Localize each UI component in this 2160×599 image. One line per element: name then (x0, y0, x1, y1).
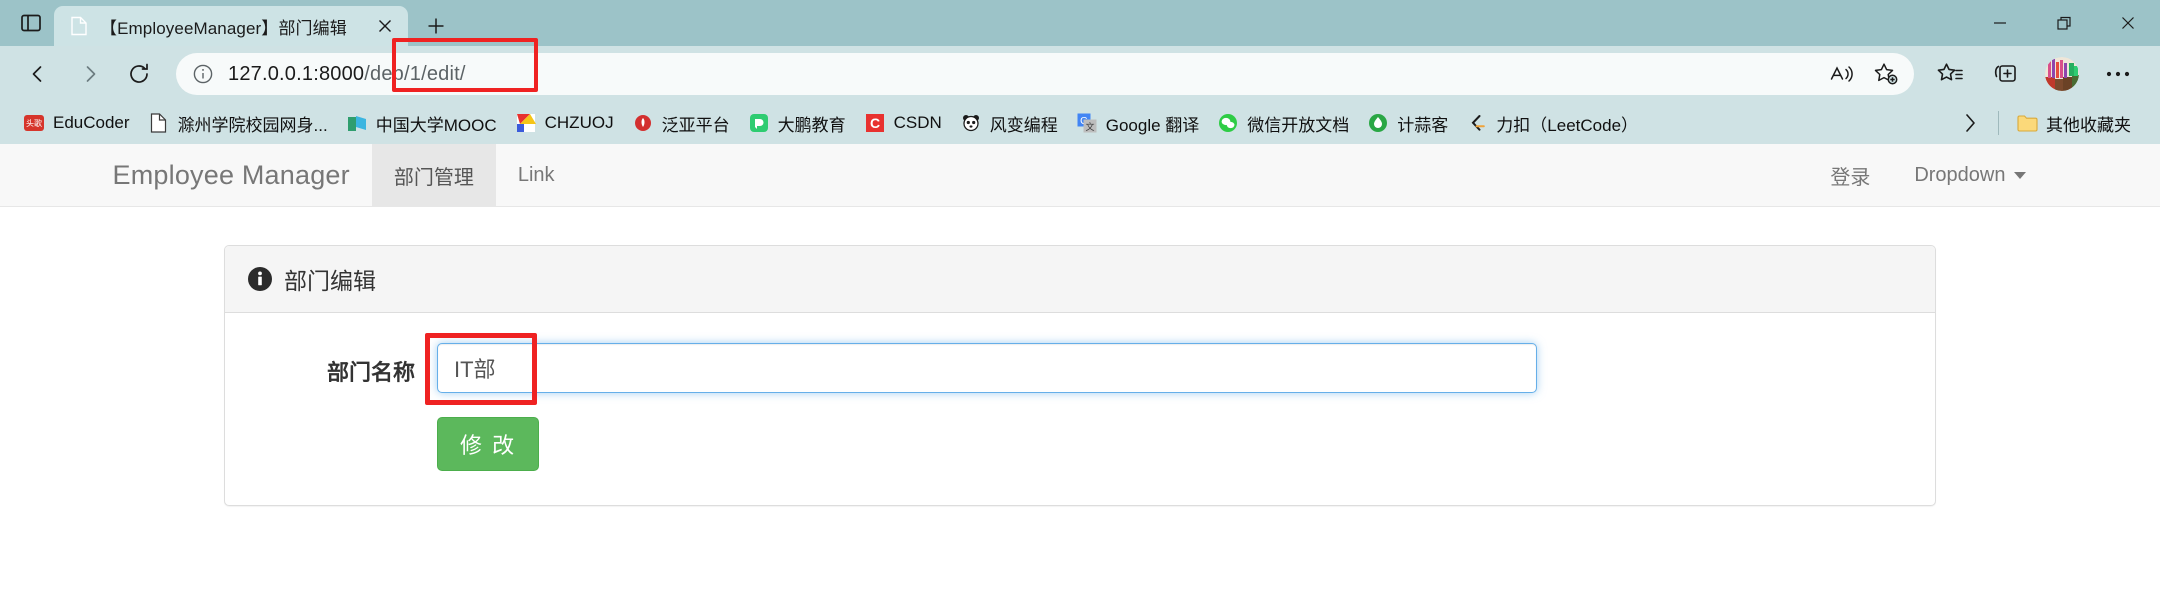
bookmarks-divider (1998, 111, 1999, 135)
browser-tab[interactable]: 【EmployeeManager】部门编辑 (54, 6, 408, 46)
bookmark-label: 微信开放文档 (1247, 115, 1350, 135)
other-favorites-button[interactable]: 其他收藏夹 (2007, 106, 2140, 140)
tab-close-icon[interactable] (372, 13, 398, 39)
refresh-button[interactable] (114, 49, 164, 99)
bookmark-item[interactable]: 力扣（LeetCode） (1457, 106, 1647, 140)
bookmark-item[interactable]: CHZUOJ (506, 106, 623, 140)
chevron-down-icon (2013, 171, 2026, 179)
tab-actions-icon[interactable] (8, 0, 54, 46)
bookmark-label: EduCoder (53, 113, 130, 132)
bookmark-item[interactable]: 泛亚平台 (623, 106, 739, 140)
back-button[interactable] (14, 49, 64, 99)
nav-item-dropdown[interactable]: Dropdown (1892, 144, 2047, 206)
tab-strip: 【EmployeeManager】部门编辑 (0, 0, 458, 46)
folder-icon (2016, 112, 2038, 134)
bookmark-label: 风变编程 (989, 115, 1058, 135)
bookmark-label: CHZUOJ (544, 113, 614, 132)
panel-header: 部门编辑 (225, 246, 1935, 313)
new-tab-button[interactable] (414, 6, 458, 46)
page-container: 部门编辑 部门名称 修 改 (224, 207, 1936, 506)
bookmark-label: 计蒜客 (1397, 115, 1449, 135)
fanya-icon (632, 112, 654, 134)
nav-item-department-management[interactable]: 部门管理 (371, 144, 496, 206)
bookmark-item[interactable]: 计蒜客 (1358, 106, 1457, 140)
bookmark-item[interactable]: C CSDN (855, 106, 951, 140)
add-favorite-icon[interactable] (1864, 54, 1908, 94)
navbar-brand[interactable]: Employee Manager (113, 144, 372, 206)
bookmark-label: 泛亚平台 (661, 115, 730, 135)
other-favorites-label: 其他收藏夹 (2046, 115, 2131, 135)
page-icon (148, 112, 170, 134)
minimize-button[interactable] (1968, 0, 2032, 46)
site-info-icon[interactable] (184, 55, 222, 93)
bookmark-item[interactable]: 大鹏教育 (739, 106, 855, 140)
bookmarks-bar: 头歌 EduCoder 滁州学院校园网身... 中国大学MOOC CHZUOJ (0, 102, 2160, 144)
bookmark-label: Google 翻译 (1105, 115, 1200, 135)
department-name-input[interactable] (437, 343, 1537, 393)
browser-window: 【EmployeeManager】部门编辑 127.0.0.1:8000/dep… (0, 0, 2160, 599)
bookmark-item[interactable]: G文 Google 翻译 (1067, 106, 1209, 140)
nav-item-login[interactable]: 登录 (1808, 144, 1892, 206)
collections-icon[interactable] (1978, 49, 2034, 99)
avatar (2045, 57, 2079, 91)
browser-toolbar: 127.0.0.1:8000/dep/1/edit/ (0, 38, 2160, 102)
educoder-icon: 头歌 (23, 112, 45, 134)
bookmark-label: 力扣（LeetCode） (1496, 115, 1639, 135)
dapeng-icon (748, 112, 770, 134)
bookmarks-overflow-icon[interactable] (1950, 106, 1990, 140)
submit-spacer (247, 417, 437, 471)
site-navbar: Employee Manager 部门管理 Link 登录 Dropdown (0, 144, 2160, 207)
nav-item-link[interactable]: Link (496, 144, 577, 206)
window-controls (1968, 0, 2160, 46)
favorites-icon[interactable] (1922, 49, 1978, 99)
browser-titlebar: 【EmployeeManager】部门编辑 (0, 0, 2160, 46)
navbar-inner: Employee Manager 部门管理 Link 登录 Dropdown (113, 144, 2048, 206)
csdn-icon: C (864, 112, 886, 134)
navbar-right: 登录 Dropdown (1808, 144, 2047, 206)
close-button[interactable] (2096, 0, 2160, 46)
bookmark-item[interactable]: 滁州学院校园网身... (139, 106, 337, 140)
url-host: 127.0.0.1:8000 (228, 62, 365, 85)
leetcode-icon (1466, 112, 1488, 134)
submit-button[interactable]: 修 改 (437, 417, 540, 471)
svg-text:C: C (870, 115, 880, 131)
submit-row: 修 改 (247, 417, 1913, 471)
address-bar[interactable]: 127.0.0.1:8000/dep/1/edit/ (176, 53, 1914, 95)
bookmark-item[interactable]: 风变编程 (951, 106, 1067, 140)
read-aloud-icon[interactable] (1820, 54, 1864, 94)
mooc-icon (346, 112, 368, 134)
bookmark-item[interactable]: 微信开放文档 (1208, 106, 1358, 140)
bookmark-label: CSDN (893, 113, 942, 132)
tab-title: 【EmployeeManager】部门编辑 (100, 18, 347, 38)
wechat-icon (1217, 112, 1239, 134)
department-name-label: 部门名称 (326, 360, 415, 385)
fengbian-panda-icon (960, 112, 982, 134)
bookmark-label: 滁州学院校园网身... (177, 115, 328, 135)
bookmark-item[interactable]: 头歌 EduCoder (14, 106, 139, 140)
profile-avatar[interactable] (2034, 49, 2090, 99)
restore-button[interactable] (2032, 0, 2096, 46)
page-content: Employee Manager 部门管理 Link 登录 Dropdown 部… (0, 144, 2160, 599)
page-favicon-icon (68, 15, 90, 37)
address-bar-actions (1820, 54, 1908, 94)
department-name-input-wrap (425, 333, 1537, 405)
svg-text:文: 文 (1085, 121, 1094, 133)
info-circle-icon (247, 266, 273, 292)
jisuanke-icon (1367, 112, 1389, 134)
department-edit-panel: 部门编辑 部门名称 修 改 (224, 245, 1936, 506)
nav-item-dropdown-label: Dropdown (1914, 163, 2006, 186)
bookmark-label: 大鹏教育 (777, 115, 846, 135)
url-text: 127.0.0.1:8000/dep/1/edit/ (222, 63, 466, 86)
panel-body: 部门名称 修 改 (225, 313, 1935, 505)
forward-button[interactable] (64, 49, 114, 99)
google-translate-icon: G文 (1076, 112, 1098, 134)
chzuoj-icon (515, 112, 537, 134)
bookmark-label: 中国大学MOOC (375, 115, 497, 135)
url-path: /dep/1/edit/ (364, 62, 466, 85)
department-name-row: 部门名称 (247, 333, 1913, 405)
svg-text:头歌: 头歌 (26, 118, 42, 128)
bookmark-item[interactable]: 中国大学MOOC (337, 106, 506, 140)
settings-and-more-icon[interactable] (2090, 49, 2146, 99)
panel-title: 部门编辑 (284, 268, 376, 294)
